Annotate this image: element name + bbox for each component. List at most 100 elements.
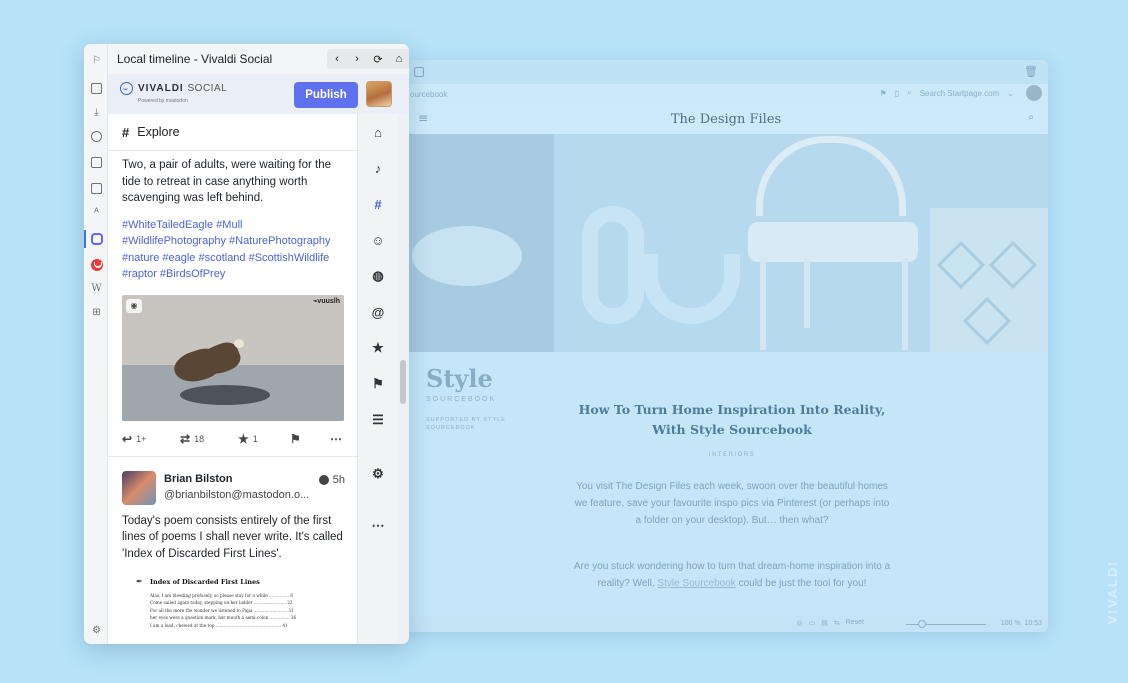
mastodon-shape bbox=[90, 232, 103, 245]
rock-shape bbox=[180, 384, 270, 405]
scrollbar-thumb[interactable] bbox=[400, 360, 406, 404]
curved-sculpture-shape bbox=[642, 254, 740, 324]
local-users-icon[interactable]: ☺ bbox=[370, 232, 386, 248]
history-shape bbox=[91, 131, 102, 142]
camera-icon[interactable]: ◎ bbox=[796, 619, 802, 627]
settings-gear-icon[interactable]: ⚙ bbox=[90, 624, 103, 637]
wikipedia-icon[interactable]: W bbox=[90, 282, 103, 295]
hide-media-icon[interactable]: ◉ bbox=[126, 298, 142, 313]
star-icon: ★ bbox=[238, 431, 249, 446]
site-title[interactable]: The Design Files bbox=[671, 112, 781, 127]
notes-icon[interactable] bbox=[90, 156, 103, 169]
explore-hashtag-icon[interactable]: # bbox=[370, 196, 386, 212]
bookmark-icon[interactable]: ⚑ bbox=[880, 89, 887, 98]
window-panel-icon[interactable] bbox=[90, 182, 103, 195]
more-icon[interactable]: ⋯ bbox=[370, 518, 386, 534]
mastodon-panel-icon[interactable] bbox=[90, 232, 103, 245]
image-icon[interactable]: ▤ bbox=[821, 619, 828, 627]
more-options-button[interactable]: ⋯ bbox=[330, 432, 342, 446]
boost-button[interactable]: ⇄ 18 bbox=[180, 432, 204, 446]
background-address-bar[interactable]: ourcebook ⚑ ▯ ⌕ Search Startpage.com ⌄ bbox=[404, 84, 1048, 104]
poem-image[interactable]: ✒ Index of Discarded First Lines Alas, I… bbox=[136, 576, 326, 630]
post-card[interactable]: Brian Bilston @brianbilston@mastodon.o..… bbox=[108, 457, 357, 645]
federated-globe-icon[interactable]: ◍ bbox=[370, 268, 386, 284]
sync-icon[interactable]: ⇆ bbox=[834, 619, 840, 627]
notifications-bell-icon[interactable]: ♪ bbox=[370, 160, 386, 176]
logo-subtitle: SOURCEBOOK bbox=[426, 396, 497, 403]
post-action-bar: ↩ 1+ ⇄ 18 ★ 1 ⚑ ⋯ bbox=[108, 421, 357, 457]
globe-icon bbox=[318, 474, 329, 485]
notes-shape bbox=[91, 157, 102, 168]
bookmarks-panel-icon[interactable]: ⚐ bbox=[90, 54, 103, 67]
translate-icon[interactable]: ᴬ bbox=[90, 206, 103, 219]
favourite-button[interactable]: ★ 1 bbox=[238, 432, 258, 446]
mentions-at-icon[interactable]: @ bbox=[370, 304, 386, 320]
reader-icon[interactable]: ▯ bbox=[895, 89, 899, 98]
eagle-photo[interactable]: ◉ ⌁vuuslh bbox=[122, 294, 344, 421]
poem-line: I am a lead, chewed at the top .........… bbox=[150, 622, 288, 628]
back-button[interactable]: ‹ bbox=[329, 51, 345, 67]
home-button[interactable]: ⌂ bbox=[391, 51, 407, 67]
panel-titlebar: Local timeline - Vivaldi Social ‹ › ⟳ ⌂ … bbox=[108, 44, 409, 74]
reading-list-shape bbox=[91, 83, 102, 94]
site-search-icon[interactable]: ⌕ bbox=[1028, 112, 1034, 123]
search-engine-icon[interactable]: ⌕ bbox=[907, 88, 911, 98]
zoom-slider-handle[interactable] bbox=[918, 620, 926, 628]
timeline-feed: # Explore Two, a pair of adults, were wa… bbox=[108, 114, 357, 644]
panel-nav-group: ‹ › ⟳ ⌂ bbox=[327, 49, 409, 69]
post-hashtags[interactable]: #WhiteTailedEagle #Mull #WildlifePhotogr… bbox=[108, 207, 357, 283]
hamburger-menu-icon[interactable]: ≡ bbox=[418, 111, 428, 125]
author-name[interactable]: Brian Bilston bbox=[164, 473, 232, 485]
publish-button[interactable]: Publish bbox=[294, 82, 358, 108]
clock: 10:53 bbox=[1024, 620, 1042, 627]
address-text[interactable]: ourcebook bbox=[410, 90, 447, 99]
author-avatar[interactable] bbox=[122, 470, 156, 505]
boost-icon: ⇄ bbox=[180, 431, 191, 446]
bookmarks-icon[interactable]: ⚑ bbox=[370, 376, 386, 392]
favourites-star-icon[interactable]: ★ bbox=[370, 340, 386, 356]
history-icon[interactable] bbox=[90, 130, 103, 143]
dropdown-icon[interactable]: ⌄ bbox=[1007, 89, 1014, 98]
trash-icon[interactable]: 🗑 bbox=[1024, 65, 1038, 78]
post-time[interactable]: 5h bbox=[318, 474, 345, 486]
author-handle[interactable]: @brianbilston@mastodon.o... bbox=[164, 489, 309, 501]
zoom-level[interactable]: 100 % bbox=[1001, 620, 1021, 627]
lists-icon[interactable]: ☰ bbox=[370, 412, 386, 428]
downloads-icon[interactable]: ⤓ bbox=[90, 106, 103, 119]
bookmark-post-button[interactable]: ⚑ bbox=[290, 432, 301, 446]
preferences-gear-icon[interactable]: ⚙ bbox=[370, 466, 386, 482]
style-sourcebook-link[interactable]: Style Sourcebook bbox=[657, 578, 735, 589]
panel-scrollbar[interactable] bbox=[397, 114, 409, 644]
patterned-rug bbox=[930, 208, 1048, 352]
reading-list-icon[interactable] bbox=[90, 82, 103, 95]
search-field[interactable]: Search Startpage.com bbox=[920, 89, 1000, 98]
style-sourcebook-logo[interactable]: Style bbox=[426, 364, 493, 393]
feather-icon: ✒ bbox=[136, 576, 143, 586]
rug-diamond bbox=[988, 240, 1038, 290]
vivaldi-social-logo-icon[interactable] bbox=[120, 82, 133, 95]
background-tab-bar: 🗑 bbox=[404, 60, 1048, 84]
article-category[interactable]: INTERIORS bbox=[572, 452, 892, 458]
round-table-shape bbox=[412, 226, 522, 286]
site-header: ≡ The Design Files ⌕ bbox=[404, 104, 1048, 134]
vivaldi-panel-icon[interactable] bbox=[90, 258, 103, 271]
reset-label[interactable]: Reset bbox=[846, 619, 864, 627]
post-text: Today's poem consists entirely of the fi… bbox=[122, 514, 343, 560]
add-panel-icon[interactable]: ⊞ bbox=[90, 306, 103, 319]
reply-count: 1+ bbox=[136, 433, 147, 444]
user-avatar[interactable] bbox=[366, 81, 392, 107]
reload-button[interactable]: ⟳ bbox=[370, 51, 386, 67]
profile-avatar[interactable] bbox=[1026, 85, 1042, 101]
forward-button[interactable]: › bbox=[349, 51, 365, 67]
vivaldi-social-logo[interactable]: VIVALDI SOCIAL bbox=[138, 83, 227, 94]
tab-stack-icon[interactable] bbox=[414, 67, 424, 77]
vivaldi-panel-window: ⚐ ⤓ ᴬ W ⊞ ⚙ Local timeline - Vivaldi Soc… bbox=[84, 44, 409, 644]
poem-line: her eyes were a question mark, her mouth… bbox=[150, 615, 297, 620]
chair-leg bbox=[760, 258, 766, 350]
window-icon[interactable]: ▭ bbox=[809, 619, 816, 627]
vivaldi-watermark: VIVALDI bbox=[1105, 560, 1120, 625]
reply-icon: ↩ bbox=[122, 431, 133, 446]
home-icon[interactable]: ⌂ bbox=[370, 124, 386, 140]
chair-leg bbox=[902, 258, 908, 350]
reply-button[interactable]: ↩ 1+ bbox=[122, 432, 146, 446]
